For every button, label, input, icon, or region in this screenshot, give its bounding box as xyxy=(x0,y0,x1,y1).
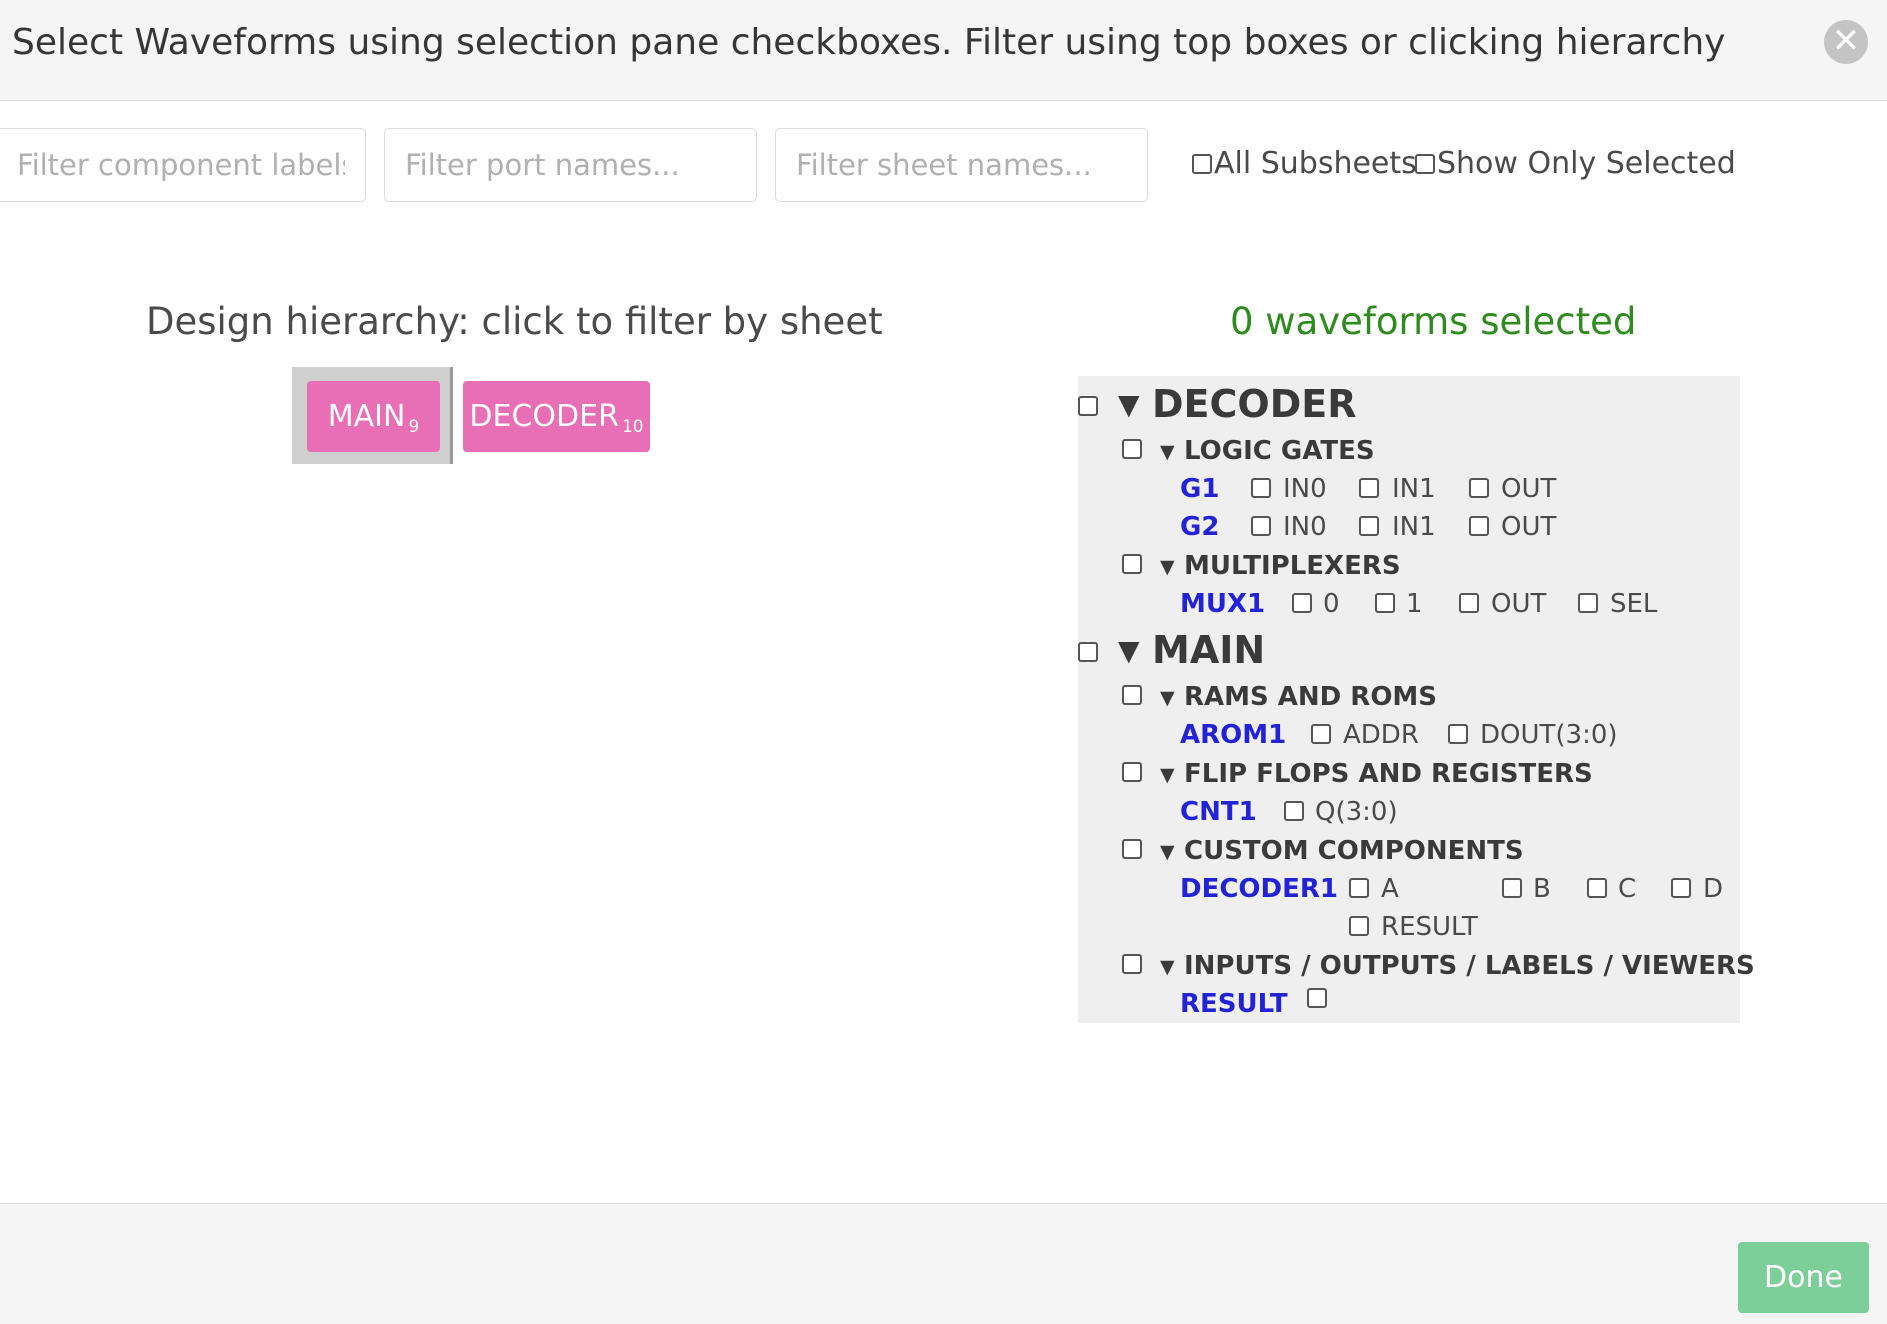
port-label: B xyxy=(1533,874,1551,904)
port-checkbox-decoder1-a[interactable] xyxy=(1349,878,1369,898)
all-subsheets-toggle[interactable]: All Subsheets xyxy=(1192,146,1417,181)
port-checkbox-decoder1-b[interactable] xyxy=(1502,878,1522,898)
port-checkbox-mux1-0[interactable] xyxy=(1292,593,1312,613)
group-checkbox-io[interactable] xyxy=(1122,954,1142,974)
port-checkbox-cnt1-q[interactable] xyxy=(1284,801,1304,821)
port-checkbox-g1-in1[interactable] xyxy=(1359,478,1379,498)
port-label: OUT xyxy=(1501,512,1557,542)
port-label: 0 xyxy=(1323,589,1340,619)
port-label: Q(3:0) xyxy=(1315,797,1398,827)
component-label-g1[interactable]: G1 xyxy=(1180,474,1219,504)
all-subsheets-label: All Subsheets xyxy=(1214,146,1417,181)
modal-footer xyxy=(0,1203,1887,1324)
component-label-cnt1[interactable]: CNT1 xyxy=(1180,797,1257,827)
expand-triangle-icon[interactable]: ▼ xyxy=(1160,556,1175,578)
port-checkbox-arom1-dout[interactable] xyxy=(1448,724,1468,744)
sheet-checkbox-decoder[interactable] xyxy=(1078,396,1098,416)
port-label: ADDR xyxy=(1343,720,1419,750)
port-label: IN0 xyxy=(1283,512,1327,542)
group-checkbox-rams-roms[interactable] xyxy=(1122,685,1142,705)
show-only-selected-label: Show Only Selected xyxy=(1437,146,1736,181)
sheet-name: DECODER xyxy=(469,399,619,434)
component-label-mux1[interactable]: MUX1 xyxy=(1180,589,1265,619)
sheet-count: 10 xyxy=(621,416,644,437)
port-checkbox-arom1-addr[interactable] xyxy=(1311,724,1331,744)
sheet-filter-input[interactable] xyxy=(775,128,1148,202)
sheet-heading-decoder: DECODER xyxy=(1152,382,1357,426)
component-filter-input[interactable] xyxy=(0,128,366,202)
group-heading-flipflops: FLIP FLOPS AND REGISTERS xyxy=(1184,759,1593,789)
port-label: A xyxy=(1381,874,1399,904)
group-heading-logic-gates: LOGIC GATES xyxy=(1184,436,1375,466)
expand-triangle-icon[interactable]: ▼ xyxy=(1118,388,1140,421)
all-subsheets-checkbox[interactable] xyxy=(1192,153,1212,174)
port-filter-input[interactable] xyxy=(384,128,757,202)
expand-triangle-icon[interactable]: ▼ xyxy=(1160,764,1175,786)
expand-triangle-icon[interactable]: ▼ xyxy=(1160,956,1175,978)
expand-triangle-icon[interactable]: ▼ xyxy=(1160,841,1175,863)
port-label: D xyxy=(1703,874,1724,904)
component-label-g2[interactable]: G2 xyxy=(1180,512,1219,542)
group-heading-io: INPUTS / OUTPUTS / LABELS / VIEWERS xyxy=(1184,951,1755,981)
group-heading-custom: CUSTOM COMPONENTS xyxy=(1184,836,1524,866)
component-label-result[interactable]: RESULT xyxy=(1180,989,1288,1019)
port-label: DOUT(3:0) xyxy=(1480,720,1618,750)
modal-header: Select Waveforms using selection pane ch… xyxy=(0,0,1887,101)
show-only-selected-checkbox[interactable] xyxy=(1415,153,1435,174)
hierarchy-sheet-main[interactable]: MAIN 9 xyxy=(307,381,440,452)
close-icon[interactable]: ✕ xyxy=(1824,20,1868,64)
component-label-arom1[interactable]: AROM1 xyxy=(1180,720,1286,750)
sheet-name: MAIN xyxy=(327,399,406,434)
port-label: IN0 xyxy=(1283,474,1327,504)
port-label: IN1 xyxy=(1392,474,1436,504)
hierarchy-sheet-decoder[interactable]: DECODER 10 xyxy=(463,381,650,452)
port-label: C xyxy=(1618,874,1637,904)
group-checkbox-flipflops[interactable] xyxy=(1122,762,1142,782)
waveform-count: 0 waveforms selected xyxy=(1230,300,1637,343)
port-checkbox-g2-out[interactable] xyxy=(1469,516,1489,536)
port-checkbox-g1-out[interactable] xyxy=(1469,478,1489,498)
show-only-selected-toggle[interactable]: Show Only Selected xyxy=(1415,146,1736,181)
group-checkbox-logic-gates[interactable] xyxy=(1122,439,1142,459)
port-label: IN1 xyxy=(1392,512,1436,542)
port-label: RESULT xyxy=(1381,912,1478,942)
group-checkbox-custom[interactable] xyxy=(1122,839,1142,859)
hierarchy-title: Design hierarchy: click to filter by she… xyxy=(146,300,883,343)
expand-triangle-icon[interactable]: ▼ xyxy=(1160,687,1175,709)
port-checkbox-g1-in0[interactable] xyxy=(1251,478,1271,498)
expand-triangle-icon[interactable]: ▼ xyxy=(1160,441,1175,463)
sheet-checkbox-main[interactable] xyxy=(1078,642,1098,662)
port-checkbox-mux1-sel[interactable] xyxy=(1578,593,1598,613)
port-checkbox-decoder1-c[interactable] xyxy=(1587,878,1607,898)
modal-title: Select Waveforms using selection pane ch… xyxy=(12,22,1726,63)
sheet-count: 9 xyxy=(408,416,420,437)
port-checkbox-result[interactable] xyxy=(1307,988,1327,1008)
sheet-heading-main: MAIN xyxy=(1152,628,1266,672)
done-button[interactable]: Done xyxy=(1738,1242,1869,1313)
port-label: OUT xyxy=(1501,474,1557,504)
expand-triangle-icon[interactable]: ▼ xyxy=(1118,634,1140,667)
port-checkbox-decoder1-result[interactable] xyxy=(1349,916,1369,936)
port-label: 1 xyxy=(1406,589,1423,619)
port-checkbox-mux1-1[interactable] xyxy=(1375,593,1395,613)
component-label-decoder1[interactable]: DECODER1 xyxy=(1180,874,1338,904)
port-label: OUT xyxy=(1491,589,1547,619)
port-checkbox-decoder1-d[interactable] xyxy=(1671,878,1691,898)
group-checkbox-multiplexers[interactable] xyxy=(1122,554,1142,574)
port-checkbox-mux1-out[interactable] xyxy=(1459,593,1479,613)
group-heading-rams-roms: RAMS AND ROMS xyxy=(1184,682,1438,712)
port-checkbox-g2-in0[interactable] xyxy=(1251,516,1271,536)
port-label: SEL xyxy=(1610,589,1658,619)
port-checkbox-g2-in1[interactable] xyxy=(1359,516,1379,536)
group-heading-multiplexers: MULTIPLEXERS xyxy=(1184,551,1401,581)
